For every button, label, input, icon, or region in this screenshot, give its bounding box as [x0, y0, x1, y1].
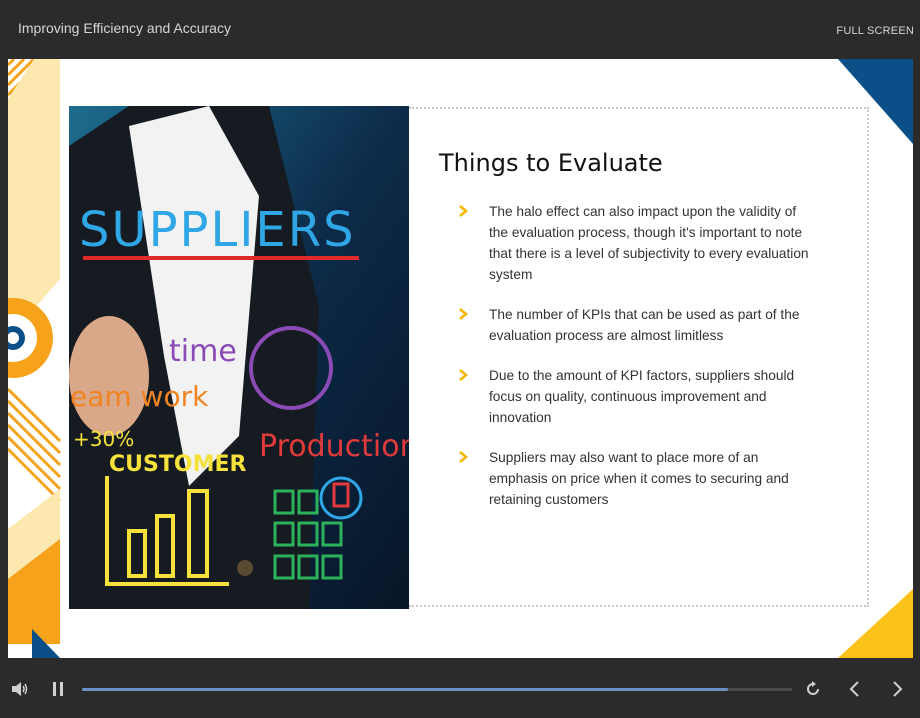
chevron-left-icon[interactable]	[848, 681, 860, 697]
suppliers-illustration: SUPPLIERS time team work +30% CUSTOMER P…	[69, 106, 409, 609]
chevron-right-icon	[459, 205, 469, 217]
bullet-text: Due to the amount of KPI factors, suppli…	[489, 368, 795, 425]
bullet-text: Suppliers may also want to place more of…	[489, 450, 789, 507]
progress-fill	[82, 688, 729, 691]
chevron-right-icon[interactable]	[892, 681, 904, 697]
chevron-right-icon	[459, 308, 469, 320]
chevron-right-icon	[459, 451, 469, 463]
bullet-item: Due to the amount of KPI factors, suppli…	[457, 365, 817, 428]
image-word-production: Production	[259, 429, 409, 464]
fullscreen-button[interactable]: FULL SCREEN	[836, 25, 914, 37]
chevron-right-icon	[459, 369, 469, 381]
image-word-team-work: team work	[69, 380, 209, 413]
image-word-percent: +30%	[73, 427, 134, 451]
left-cream-band	[8, 59, 60, 339]
bullet-item: Suppliers may also want to place more of…	[457, 447, 817, 510]
replay-icon[interactable]	[805, 681, 821, 697]
slide-heading: Things to Evaluate	[439, 149, 663, 177]
volume-icon[interactable]	[12, 682, 30, 696]
image-word-customer: CUSTOMER	[109, 452, 246, 477]
orange-ring-shape	[8, 298, 53, 378]
image-word-time: time	[169, 334, 237, 369]
bullet-item: The number of KPIs that can be used as p…	[457, 304, 817, 346]
top-bar: Improving Efficiency and Accuracy FULL S…	[0, 0, 920, 58]
course-title: Improving Efficiency and Accuracy	[18, 20, 231, 36]
hand-shape	[69, 316, 149, 436]
slide: SUPPLIERS time team work +30% CUSTOMER P…	[8, 59, 913, 658]
player-controls	[0, 660, 920, 718]
content-panel: Things to Evaluate The halo effect can a…	[409, 107, 869, 607]
bullet-text: The number of KPIs that can be used as p…	[489, 307, 800, 343]
button-shape	[237, 560, 253, 576]
image-word-suppliers: SUPPLIERS	[79, 202, 356, 258]
suppliers-photo: SUPPLIERS time team work +30% CUSTOMER P…	[69, 106, 409, 609]
bullet-text: The halo effect can also impact upon the…	[489, 204, 809, 282]
progress-bar[interactable]	[82, 688, 792, 691]
stripes-left-middle	[8, 387, 62, 503]
bullet-list: The halo effect can also impact upon the…	[457, 201, 817, 529]
bullet-item: The halo effect can also impact upon the…	[457, 201, 817, 285]
pause-icon[interactable]	[52, 682, 64, 696]
